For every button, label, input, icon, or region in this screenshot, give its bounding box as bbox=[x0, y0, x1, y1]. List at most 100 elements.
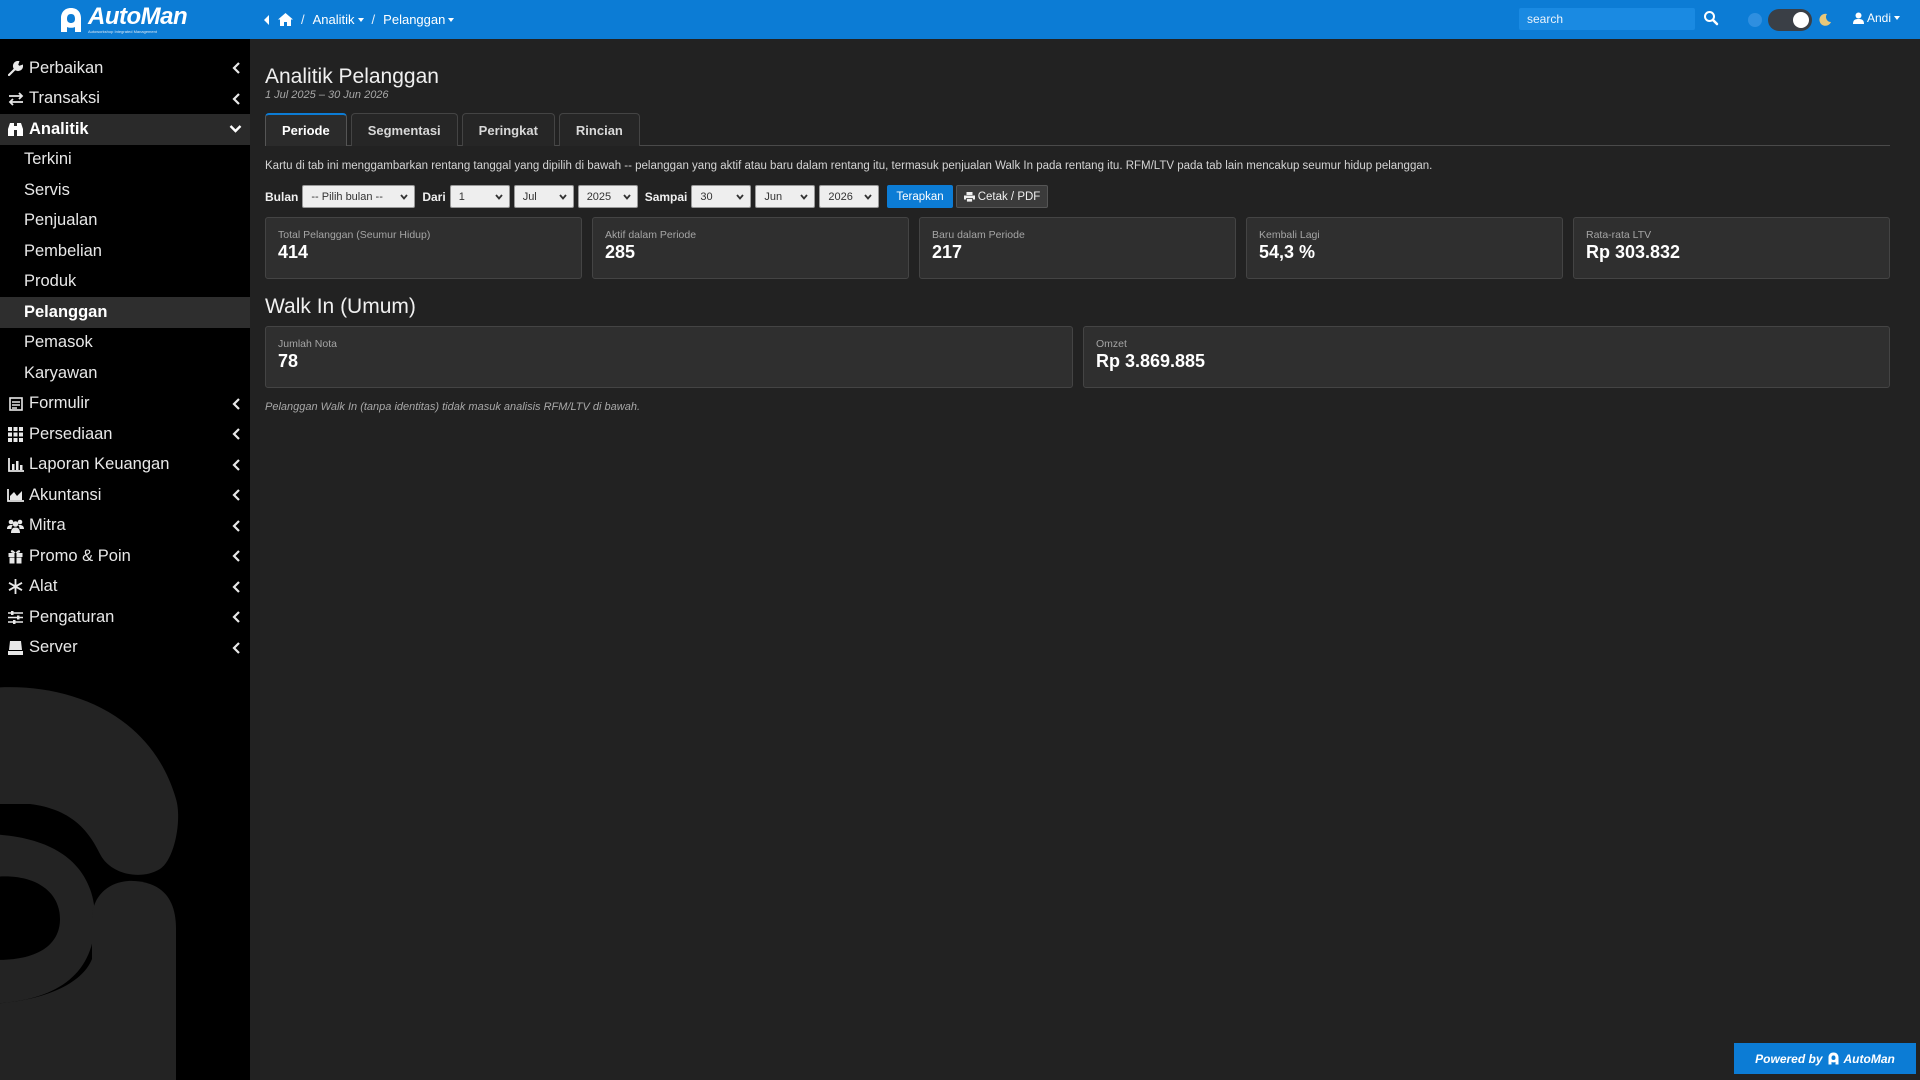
home-icon[interactable] bbox=[278, 13, 293, 26]
chevron-down-icon bbox=[736, 194, 745, 200]
sidebar-item-label: Promo & Poin bbox=[29, 546, 131, 565]
sidebar-item-promo-poin[interactable]: Promo & Poin bbox=[0, 541, 250, 572]
breadcrumb-pelanggan[interactable]: Pelanggan bbox=[383, 12, 455, 27]
back-arrow-icon[interactable] bbox=[262, 14, 270, 26]
sidebar-sub-penjualan[interactable]: Penjualan bbox=[0, 206, 250, 237]
chevron-down-icon bbox=[448, 17, 455, 22]
sidebar-item-label: Mitra bbox=[29, 516, 66, 535]
stat-card-jumlah-nota: Jumlah Nota 78 bbox=[265, 326, 1073, 388]
sidebar-item-laporan-keuangan[interactable]: Laporan Keuangan bbox=[0, 450, 250, 481]
walkin-footnote: Pelanggan Walk In (tanpa identitas) tida… bbox=[265, 401, 640, 413]
search-input[interactable] bbox=[1527, 12, 1677, 26]
theme-toggle bbox=[1748, 9, 1832, 31]
sidebar-item-persediaan[interactable]: Persediaan bbox=[0, 419, 250, 450]
print-pdf-label: Cetak / PDF bbox=[977, 190, 1041, 203]
automan-logo-icon bbox=[61, 7, 81, 32]
sampai-label: Sampai bbox=[644, 189, 688, 204]
chevron-left-icon bbox=[232, 489, 240, 502]
watermark-logo bbox=[0, 687, 179, 1080]
sampai-month-select[interactable]: Jun bbox=[755, 185, 816, 208]
stat-value: Rp 303.832 bbox=[1586, 242, 1681, 262]
tab-periode[interactable]: Periode bbox=[265, 113, 347, 146]
dari-day-select[interactable]: 1 bbox=[449, 185, 510, 208]
stat-label: Rata-rata LTV bbox=[1586, 229, 1652, 241]
bulan-select[interactable]: -- Pilih bulan -- bbox=[302, 185, 416, 208]
user-menu[interactable]: Andi bbox=[1853, 11, 1901, 25]
sidebar-item-label: Server bbox=[29, 638, 78, 657]
info-note: Kartu di tab ini menggambarkan rentang t… bbox=[265, 160, 1433, 172]
brand-logo[interactable]: AutoMan Autoworkshop Integrated Manageme… bbox=[0, 0, 250, 39]
sidebar-sub-pembelian[interactable]: Pembelian bbox=[0, 236, 250, 267]
sidebar-item-server[interactable]: Server bbox=[0, 633, 250, 664]
chevron-left-icon bbox=[232, 611, 240, 624]
chevron-left-icon bbox=[232, 580, 240, 593]
stat-label: Omzet bbox=[1096, 338, 1127, 350]
form-icon bbox=[7, 395, 24, 412]
sidebar-sub-produk[interactable]: Produk bbox=[0, 267, 250, 298]
sidebar-item-label: Perbaikan bbox=[29, 58, 104, 77]
stat-value: 78 bbox=[278, 351, 299, 371]
sidebar-sub-terkini[interactable]: Terkini bbox=[0, 145, 250, 176]
tab-rincian[interactable]: Rincian bbox=[558, 113, 640, 146]
dari-year-value: 2025 bbox=[586, 190, 612, 203]
dari-year-select[interactable]: 2025 bbox=[577, 185, 638, 208]
sliders-icon bbox=[7, 609, 24, 626]
sidebar-item-perbaikan[interactable]: Perbaikan bbox=[0, 53, 250, 84]
brand-name: AutoMan bbox=[88, 3, 188, 30]
sidebar-sub-servis[interactable]: Servis bbox=[0, 175, 250, 206]
tab-segmentasi[interactable]: Segmentasi bbox=[350, 113, 458, 146]
dari-month-value: Jul bbox=[522, 190, 537, 203]
breadcrumb-pelanggan-label: Pelanggan bbox=[383, 12, 446, 27]
sampai-year-select[interactable]: 2026 bbox=[819, 185, 880, 208]
chevron-left-icon bbox=[232, 62, 240, 75]
stat-card-baru: Baru dalam Periode 217 bbox=[919, 217, 1236, 279]
binoculars-icon bbox=[7, 121, 24, 138]
stat-value: Rp 3.869.885 bbox=[1096, 351, 1206, 371]
bar-chart-icon bbox=[7, 456, 24, 473]
tab-peringkat[interactable]: Peringkat bbox=[461, 113, 555, 146]
sidebar-item-pengaturan[interactable]: Pengaturan bbox=[0, 602, 250, 633]
sidebar-item-analitik[interactable]: Analitik bbox=[0, 114, 250, 145]
search-box bbox=[1519, 8, 1695, 30]
sidebar-item-mitra[interactable]: Mitra bbox=[0, 511, 250, 542]
bulan-select-value: -- Pilih bulan -- bbox=[311, 190, 383, 203]
search-icon[interactable] bbox=[1703, 10, 1719, 26]
dari-month-select[interactable]: Jul bbox=[513, 185, 574, 208]
sidebar-item-label: Analitik bbox=[29, 119, 89, 138]
dark-mode-switch[interactable] bbox=[1768, 9, 1812, 31]
sidebar-sub-pemasok[interactable]: Pemasok bbox=[0, 328, 250, 359]
sidebar-item-transaksi[interactable]: Transaksi bbox=[0, 84, 250, 115]
sampai-day-value: 30 bbox=[700, 190, 713, 203]
chevron-down-icon bbox=[1894, 16, 1901, 20]
stat-value: 414 bbox=[278, 242, 309, 262]
tab-bar: Periode Segmentasi Peringkat Rincian bbox=[265, 113, 1890, 146]
sidebar: Perbaikan Transaksi Analitik Terkini Ser… bbox=[0, 39, 250, 1080]
sidebar-item-label: Pengaturan bbox=[29, 607, 115, 626]
sidebar-sub-pelanggan[interactable]: Pelanggan bbox=[0, 297, 250, 328]
sidebar-sub-karyawan[interactable]: Karyawan bbox=[0, 358, 250, 389]
sidebar-item-formulir[interactable]: Formulir bbox=[0, 389, 250, 420]
print-pdf-button[interactable]: Cetak / PDF bbox=[955, 185, 1049, 208]
stat-label: Aktif dalam Periode bbox=[605, 229, 697, 241]
stat-card-aktif: Aktif dalam Periode 285 bbox=[592, 217, 909, 279]
date-filter-bar: Bulan -- Pilih bulan -- Dari 1 Jul 2025 … bbox=[265, 185, 1049, 208]
sampai-day-select[interactable]: 30 bbox=[691, 185, 752, 208]
walkin-section-title: Walk In (Umum) bbox=[265, 295, 416, 318]
chevron-left-icon bbox=[232, 519, 240, 532]
sidebar-item-alat[interactable]: Alat bbox=[0, 572, 250, 603]
sidebar-nav: Perbaikan Transaksi Analitik Terkini Ser… bbox=[0, 39, 250, 663]
sidebar-item-label: Laporan Keuangan bbox=[29, 455, 170, 474]
page-title: Analitik Pelanggan bbox=[265, 65, 439, 88]
stat-value: 217 bbox=[932, 242, 963, 262]
dari-day-value: 1 bbox=[458, 190, 465, 203]
powered-by-badge[interactable]: Powered by AutoMan bbox=[1734, 1043, 1916, 1074]
breadcrumb-analitik[interactable]: Analitik bbox=[313, 12, 364, 27]
chevron-down-icon bbox=[864, 194, 873, 200]
apply-button[interactable]: Terapkan bbox=[887, 185, 953, 208]
server-icon bbox=[7, 639, 24, 656]
chevron-left-icon bbox=[232, 641, 240, 654]
stat-card-kembali-lagi: Kembali Lagi 54,3 % bbox=[1246, 217, 1563, 279]
brand-tagline: Autoworkshop Integrated Management bbox=[88, 29, 157, 34]
sidebar-item-akuntansi[interactable]: Akuntansi bbox=[0, 480, 250, 511]
dari-label: Dari bbox=[422, 189, 446, 204]
